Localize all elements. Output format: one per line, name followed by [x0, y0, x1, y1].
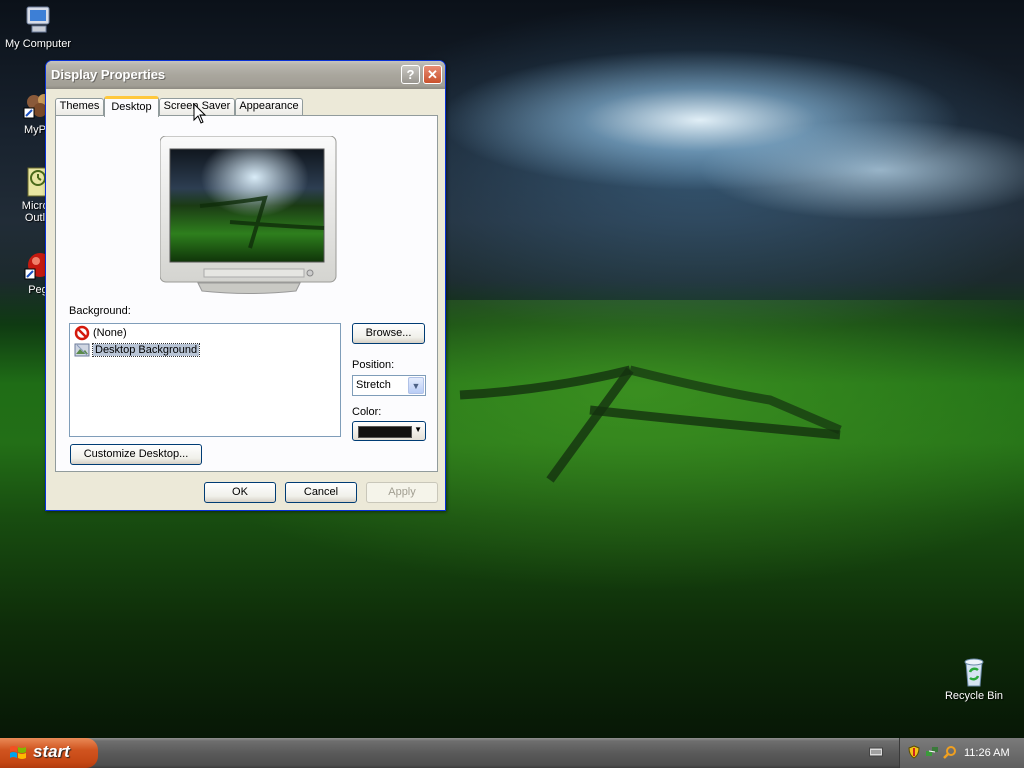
start-button[interactable]: start: [0, 738, 98, 768]
background-label: Background:: [69, 305, 131, 317]
desktop-icon-recycle-bin[interactable]: Recycle Bin: [936, 656, 1012, 702]
tab-appearance[interactable]: Appearance: [235, 98, 303, 115]
none-icon: [74, 325, 90, 341]
bitmap-icon: [74, 343, 90, 357]
monitor-preview: [160, 136, 337, 294]
recycle-bin-icon: [964, 658, 984, 687]
title-bar[interactable]: Display Properties ? ✕: [46, 61, 445, 89]
list-item-label: Desktop Background: [91, 343, 201, 357]
list-item-desktop-background[interactable]: Desktop Background: [74, 342, 201, 358]
help-button[interactable]: ?: [401, 65, 420, 84]
position-value: Stretch: [356, 379, 391, 391]
list-item-none[interactable]: (None): [74, 325, 127, 341]
window-title: Display Properties: [51, 67, 166, 82]
tab-desktop[interactable]: Desktop: [104, 96, 159, 117]
position-select[interactable]: Stretch ▼: [352, 375, 426, 396]
ok-button[interactable]: OK: [204, 482, 276, 503]
apply-button[interactable]: Apply: [366, 482, 438, 503]
chevron-down-icon: ▼: [414, 425, 422, 434]
desktop-icon-my-computer[interactable]: My Computer: [0, 4, 76, 50]
windows-flag-icon: [10, 746, 26, 759]
my-computer-icon: [26, 6, 50, 33]
clock[interactable]: 11:26 AM: [964, 747, 1010, 759]
desktop-tab-panel: Background: (None) Desktop Background Br…: [55, 115, 438, 472]
desktop-icon-label: My Computer: [4, 38, 72, 50]
chevron-down-icon[interactable]: ▼: [408, 377, 424, 394]
color-picker-button[interactable]: ▼: [352, 421, 426, 441]
network-icon[interactable]: [925, 745, 939, 759]
display-properties-window: Display Properties ? ✕ Themes Desktop Sc…: [45, 60, 446, 511]
mouse-cursor-icon: [193, 103, 207, 124]
help-icon: ?: [406, 67, 415, 82]
tab-themes[interactable]: Themes: [55, 98, 104, 115]
system-tray: 11:26 AM: [899, 738, 1024, 768]
start-label: start: [33, 742, 70, 761]
keyboard-icon[interactable]: [869, 746, 883, 758]
search-icon[interactable]: [943, 745, 957, 759]
background-listbox[interactable]: (None) Desktop Background: [69, 323, 341, 437]
close-icon: ✕: [427, 67, 438, 82]
close-button[interactable]: ✕: [423, 65, 442, 84]
color-label: Color:: [352, 406, 382, 418]
wallpaper-window-shadow: [459, 365, 842, 483]
position-label: Position:: [352, 359, 395, 371]
cancel-button[interactable]: Cancel: [285, 482, 357, 503]
color-swatch: [358, 426, 412, 438]
browse-button[interactable]: Browse...: [352, 323, 425, 344]
desktop-icon-label: Recycle Bin: [944, 690, 1004, 702]
customize-desktop-button[interactable]: Customize Desktop...: [70, 444, 202, 465]
security-shield-icon[interactable]: [907, 745, 921, 759]
list-item-label: (None): [93, 327, 127, 339]
